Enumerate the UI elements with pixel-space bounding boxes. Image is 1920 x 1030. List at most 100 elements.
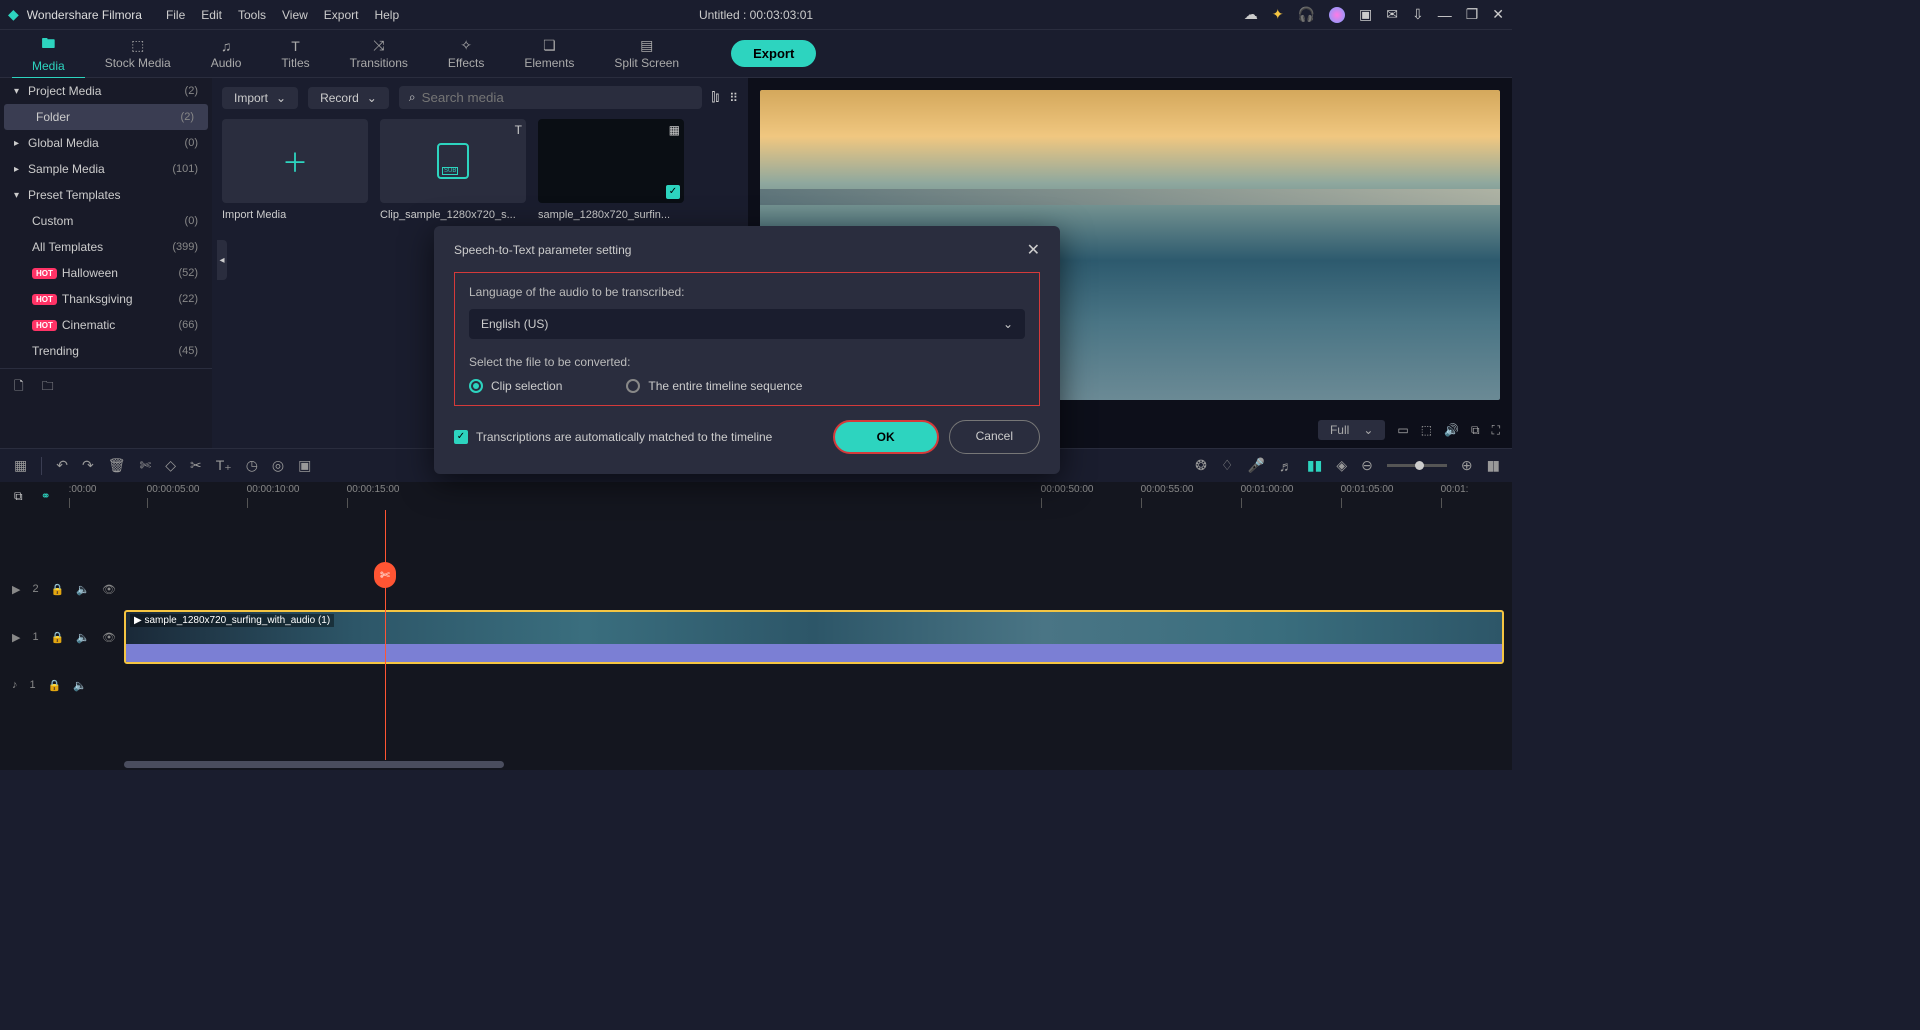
- language-label: Language of the audio to be transcribed:: [469, 285, 1025, 299]
- qr-icon[interactable]: ▦: [14, 457, 27, 474]
- zoom-slider[interactable]: [1387, 464, 1447, 467]
- radio-entire-timeline[interactable]: The entire timeline sequence: [626, 379, 802, 393]
- text-tool-icon[interactable]: T₊: [216, 457, 232, 474]
- undo-icon[interactable]: ↶: [56, 457, 68, 474]
- ok-button[interactable]: OK: [833, 420, 939, 454]
- mute-icon[interactable]: 🔈: [76, 631, 90, 644]
- sidebar-item-preset-templates[interactable]: ▾Preset Templates: [0, 182, 212, 208]
- eye-icon[interactable]: 👁: [102, 631, 116, 644]
- record-dropdown[interactable]: Record⌄: [308, 87, 389, 109]
- avatar-icon[interactable]: [1329, 7, 1345, 23]
- language-dropdown[interactable]: English (US)⌄: [469, 309, 1025, 339]
- lock-icon[interactable]: 🔒: [48, 679, 62, 692]
- greenscreen-icon[interactable]: ▣: [298, 457, 311, 474]
- audiomix-icon[interactable]: ♬: [1279, 458, 1293, 474]
- filter-icon[interactable]: ⫿⫾: [712, 90, 720, 105]
- grid-view-icon[interactable]: ⠿: [729, 91, 738, 105]
- tag-icon[interactable]: ◇: [165, 457, 176, 474]
- volume-icon[interactable]: 🔊: [1444, 423, 1459, 437]
- tab-transitions[interactable]: ⤨Transitions: [330, 33, 428, 74]
- menu-help[interactable]: Help: [374, 8, 399, 22]
- redo-icon[interactable]: ↷: [82, 457, 94, 474]
- mute-icon[interactable]: 🔈: [73, 679, 87, 692]
- duplicate-icon[interactable]: ⧉: [14, 489, 23, 504]
- playhead[interactable]: ✄: [385, 510, 386, 760]
- support-icon[interactable]: 🎧: [1298, 6, 1315, 23]
- menu-view[interactable]: View: [282, 8, 308, 22]
- sidebar-item-trending[interactable]: Trending(45): [0, 338, 212, 364]
- collapse-sidebar-handle[interactable]: ◂: [217, 240, 227, 280]
- preview-zoom-dropdown[interactable]: Full⌄: [1318, 420, 1385, 440]
- delete-icon[interactable]: 🗑: [108, 457, 126, 474]
- voiceover-icon[interactable]: 🎤: [1247, 457, 1264, 474]
- new-folder-icon[interactable]: 🗋: [14, 377, 24, 398]
- menu-edit[interactable]: Edit: [201, 8, 222, 22]
- search-input[interactable]: [422, 90, 692, 105]
- tab-elements[interactable]: ❏Elements: [504, 33, 594, 74]
- tab-stock-media[interactable]: ⬚Stock Media: [85, 33, 191, 74]
- media-item-subtitle[interactable]: T Clip_sample_1280x720_s...: [380, 119, 526, 221]
- open-folder-icon[interactable]: 🗀: [42, 377, 54, 398]
- menu-export[interactable]: Export: [324, 8, 359, 22]
- meter-icon[interactable]: ▮▮: [1487, 457, 1498, 474]
- fullscreen-icon[interactable]: ⛶: [1492, 423, 1500, 438]
- download-icon[interactable]: ⇩: [1412, 6, 1424, 23]
- pip-icon[interactable]: ⧉: [1471, 423, 1480, 438]
- import-media-tile[interactable]: ＋ Import Media: [222, 119, 368, 221]
- radio-clip-selection[interactable]: Clip selection: [469, 379, 562, 393]
- menu-tools[interactable]: Tools: [238, 8, 266, 22]
- sidebar-item-folder[interactable]: Folder(2): [4, 104, 208, 130]
- color-icon[interactable]: ◎: [272, 457, 284, 474]
- timeline-scrollbar[interactable]: [0, 760, 1512, 770]
- mail-icon[interactable]: ✉: [1386, 6, 1398, 23]
- search-media[interactable]: ⌕: [399, 86, 702, 109]
- sidebar-item-global-media[interactable]: ▸Global Media(0): [0, 130, 212, 156]
- track-t2: ▶2🔒🔈👁: [0, 570, 1512, 608]
- marker-icon[interactable]: ♢: [1221, 457, 1234, 474]
- lock-icon[interactable]: 🔒: [51, 631, 65, 644]
- zoom-in-icon[interactable]: ⊕: [1461, 457, 1473, 474]
- sidebar-item-thanksgiving[interactable]: HOTThanksgiving(22): [0, 286, 212, 312]
- sidebar-item-halloween[interactable]: HOTHalloween(52): [0, 260, 212, 286]
- auto-icon[interactable]: ▮▮: [1307, 457, 1322, 474]
- sidebar-item-sample-media[interactable]: ▸Sample Media(101): [0, 156, 212, 182]
- timeline-clip[interactable]: ▶ sample_1280x720_surfing_with_audio (1): [124, 610, 1504, 664]
- sidebar-item-count: (399): [172, 241, 198, 253]
- close-icon[interactable]: ✕: [1027, 240, 1040, 260]
- close-icon[interactable]: ✕: [1492, 6, 1504, 23]
- minimize-icon[interactable]: —: [1438, 7, 1452, 23]
- sidebar-item-all-templates[interactable]: All Templates(399): [0, 234, 212, 260]
- idea-icon[interactable]: ✦: [1272, 6, 1284, 23]
- sidebar-item-cinematic[interactable]: HOTCinematic(66): [0, 312, 212, 338]
- export-button[interactable]: Export: [731, 40, 816, 67]
- crop-icon[interactable]: ✂: [190, 457, 202, 474]
- maximize-icon[interactable]: ❐: [1466, 6, 1479, 23]
- tab-audio[interactable]: ♫Audio: [191, 34, 262, 74]
- eye-icon[interactable]: 👁: [102, 583, 116, 596]
- sidebar-item-project-media[interactable]: ▾Project Media(2): [0, 78, 212, 104]
- menu-file[interactable]: File: [166, 8, 185, 22]
- cut-icon[interactable]: ✄: [139, 457, 151, 474]
- link-icon[interactable]: ⚭: [41, 489, 51, 503]
- auto-match-checkbox[interactable]: ✓: [454, 430, 468, 444]
- scissors-icon[interactable]: ✄: [374, 562, 396, 588]
- lock-icon[interactable]: 🔒: [51, 583, 65, 596]
- timeline-ruler[interactable]: :00:00 00:00:05:00 00:00:10:00 00:00:15:…: [69, 482, 1498, 510]
- import-dropdown[interactable]: Import⌄: [222, 87, 298, 109]
- mute-icon[interactable]: 🔈: [76, 583, 90, 596]
- save-icon[interactable]: ▣: [1359, 6, 1372, 23]
- cloud-icon[interactable]: ☁: [1244, 6, 1258, 23]
- cancel-button[interactable]: Cancel: [949, 420, 1040, 454]
- display-icon[interactable]: ▭: [1397, 423, 1408, 437]
- zoom-out-icon[interactable]: ⊖: [1361, 457, 1373, 474]
- render-icon[interactable]: ❂: [1195, 457, 1207, 474]
- sidebar-item-custom[interactable]: Custom(0): [0, 208, 212, 234]
- tab-media[interactable]: 🖿Media: [12, 29, 85, 79]
- tab-split-screen[interactable]: ▤Split Screen: [594, 33, 699, 74]
- speed-icon[interactable]: ◷: [246, 457, 258, 474]
- tab-titles[interactable]: TTitles: [261, 34, 329, 74]
- media-item-video[interactable]: ▦✓ sample_1280x720_surfin...: [538, 119, 684, 221]
- snapshot-icon[interactable]: ⬚: [1421, 423, 1432, 437]
- tab-effects[interactable]: ✧Effects: [428, 33, 504, 74]
- keyframe-icon[interactable]: ◈: [1336, 457, 1347, 474]
